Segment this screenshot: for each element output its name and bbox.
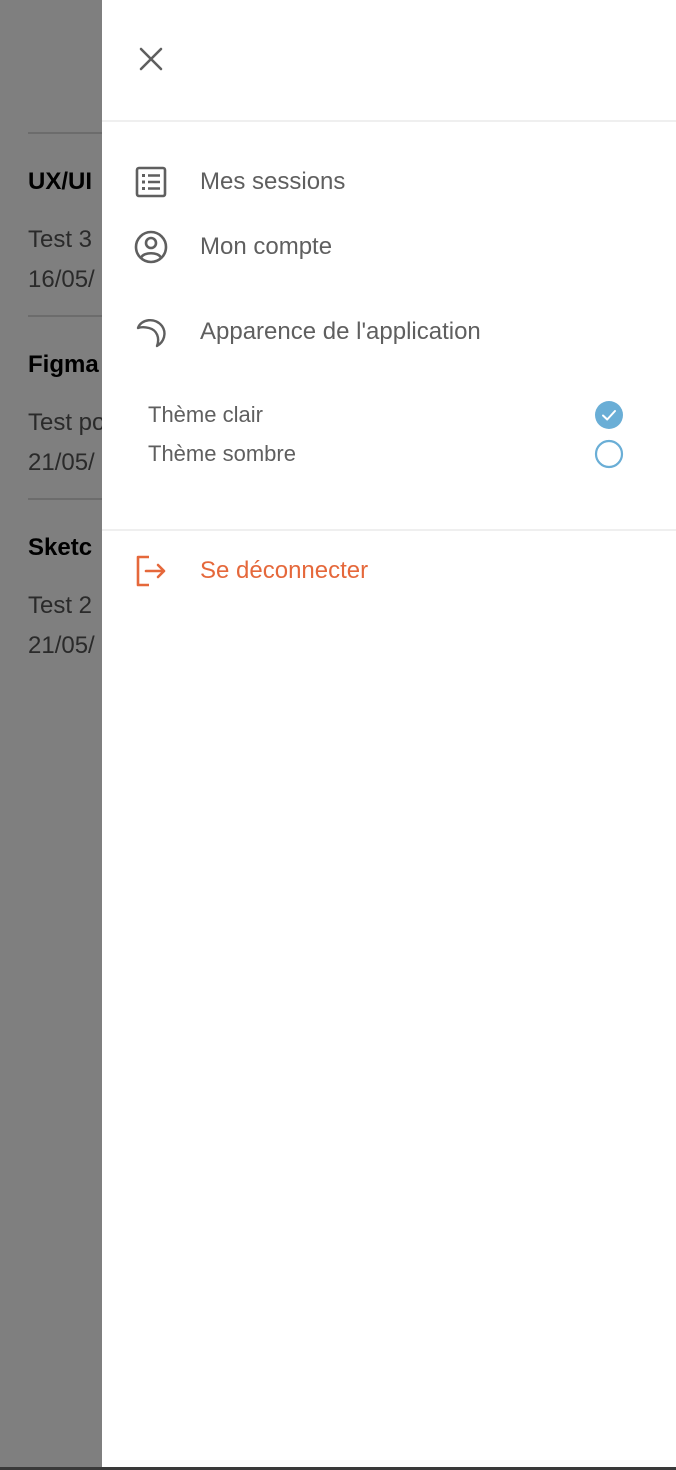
- divider: [102, 120, 676, 122]
- logout-button[interactable]: Se déconnecter: [132, 549, 368, 593]
- close-icon: [139, 47, 163, 71]
- menu-label-account: Mon compte: [200, 233, 333, 260]
- side-drawer: Mes sessions Mon compte Apparence de l'a…: [102, 0, 676, 1467]
- moon-icon: [132, 313, 170, 351]
- logout-icon: [132, 552, 170, 590]
- divider: [102, 529, 676, 531]
- user-circle-icon: [132, 228, 170, 266]
- logout-label: Se déconnecter: [200, 557, 369, 584]
- menu-label-appearance: Apparence de l'application: [200, 318, 481, 345]
- theme-label-light: Thème clair: [148, 402, 263, 427]
- radio-checked-icon[interactable]: [594, 400, 624, 430]
- menu-item-appearance[interactable]: Apparence de l'application: [132, 310, 481, 354]
- close-button[interactable]: [132, 40, 170, 78]
- theme-option-dark[interactable]: Thème sombre: [148, 437, 624, 471]
- list-icon: [132, 163, 170, 201]
- theme-label-dark: Thème sombre: [148, 441, 296, 466]
- menu-label-sessions: Mes sessions: [200, 168, 346, 195]
- radio-unchecked-icon[interactable]: [594, 439, 624, 469]
- theme-option-light[interactable]: Thème clair: [148, 398, 624, 432]
- menu-item-account[interactable]: Mon compte: [132, 225, 332, 269]
- menu-item-sessions[interactable]: Mes sessions: [132, 160, 345, 204]
